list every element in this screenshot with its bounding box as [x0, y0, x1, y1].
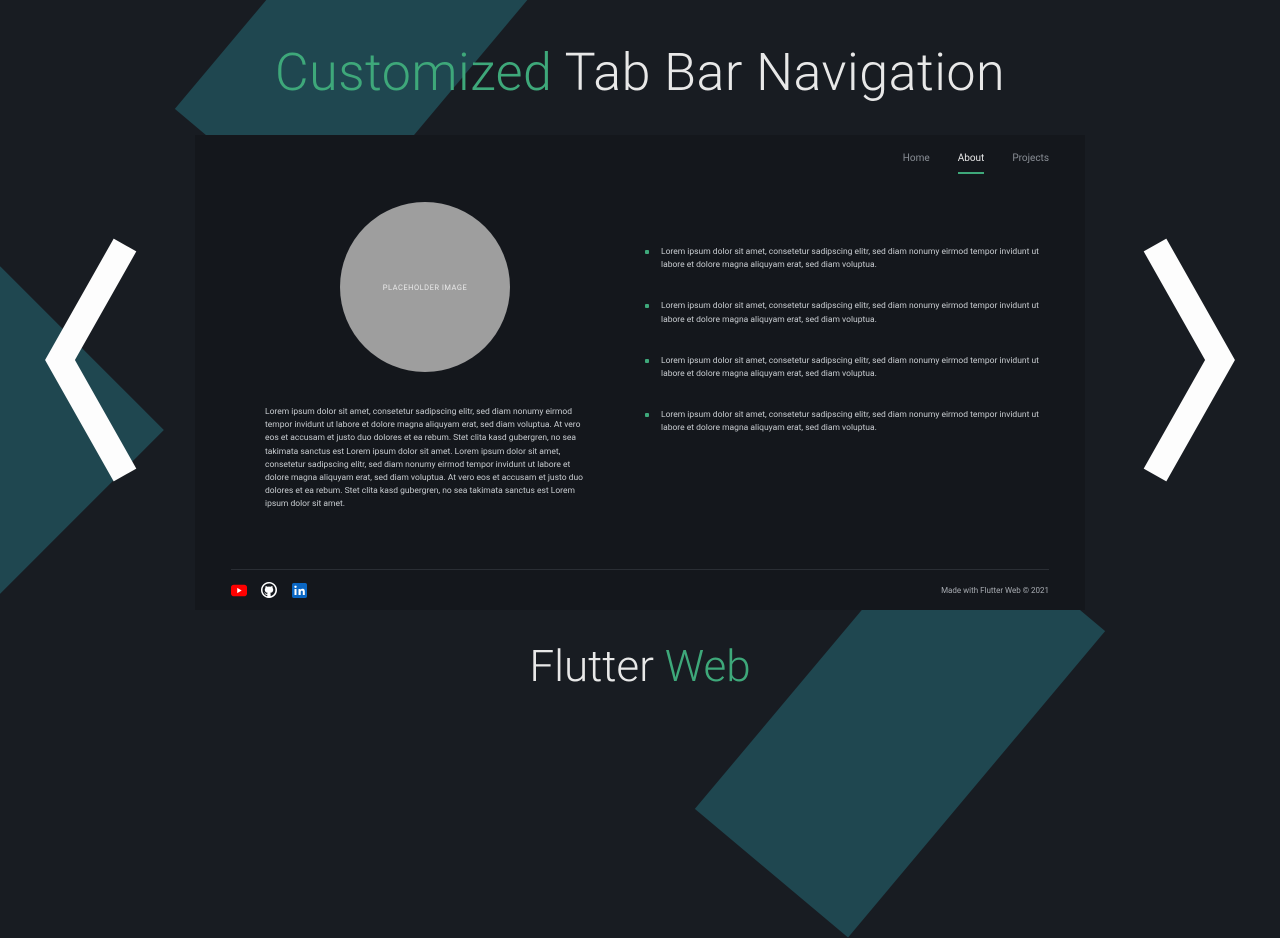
linkedin-link[interactable] — [291, 582, 307, 598]
linkedin-icon — [292, 583, 307, 598]
list-item: Lorem ipsum dolor sit amet, consetetur s… — [645, 300, 1049, 326]
title-accent: Customized — [275, 42, 553, 103]
github-icon — [261, 582, 277, 598]
footer: Made with Flutter Web © 2021 — [231, 569, 1049, 610]
tab-about[interactable]: About — [958, 153, 985, 174]
tab-home[interactable]: Home — [903, 153, 930, 174]
list-item: Lorem ipsum dolor sit amet, consetetur s… — [645, 409, 1049, 435]
about-paragraph: Lorem ipsum dolor sit amet, consetetur s… — [265, 406, 585, 511]
right-column: Lorem ipsum dolor sit amet, consetetur s… — [645, 194, 1049, 559]
left-column: PLACEHOLDER IMAGE Lorem ipsum dolor sit … — [265, 194, 585, 559]
list-item-text: Lorem ipsum dolor sit amet, consetetur s… — [661, 355, 1049, 381]
list-item-text: Lorem ipsum dolor sit amet, consetetur s… — [661, 300, 1049, 326]
youtube-icon — [231, 584, 247, 597]
github-link[interactable] — [261, 582, 277, 598]
content-area: PLACEHOLDER IMAGE Lorem ipsum dolor sit … — [195, 174, 1085, 569]
list-item: Lorem ipsum dolor sit amet, consetetur s… — [645, 355, 1049, 381]
social-links — [231, 582, 307, 598]
list-item-text: Lorem ipsum dolor sit amet, consetetur s… — [661, 409, 1049, 435]
chevron-left-icon — [40, 230, 140, 490]
footer-copyright: Made with Flutter Web © 2021 — [941, 586, 1049, 595]
bullet-icon — [645, 359, 649, 363]
bullet-icon — [645, 304, 649, 308]
next-button[interactable] — [1140, 230, 1240, 490]
list-item: Lorem ipsum dolor sit amet, consetetur s… — [645, 246, 1049, 272]
app-window: Home About Projects PLACEHOLDER IMAGE Lo… — [195, 135, 1085, 610]
subtitle-accent: Web — [665, 640, 751, 692]
placeholder-label: PLACEHOLDER IMAGE — [383, 283, 467, 292]
list-item-text: Lorem ipsum dolor sit amet, consetetur s… — [661, 246, 1049, 272]
chevron-right-icon — [1140, 230, 1240, 490]
subtitle-main: Flutter — [529, 640, 654, 692]
tab-bar: Home About Projects — [195, 135, 1085, 174]
placeholder-image: PLACEHOLDER IMAGE — [340, 202, 510, 372]
tab-projects[interactable]: Projects — [1012, 153, 1049, 174]
title-rest: Tab Bar Navigation — [565, 42, 1006, 103]
bullet-icon — [645, 250, 649, 254]
youtube-link[interactable] — [231, 582, 247, 598]
page-subtitle: Flutter Web — [0, 640, 1280, 692]
bullet-icon — [645, 413, 649, 417]
prev-button[interactable] — [40, 230, 140, 490]
page-title: Customized Tab Bar Navigation — [0, 42, 1280, 103]
